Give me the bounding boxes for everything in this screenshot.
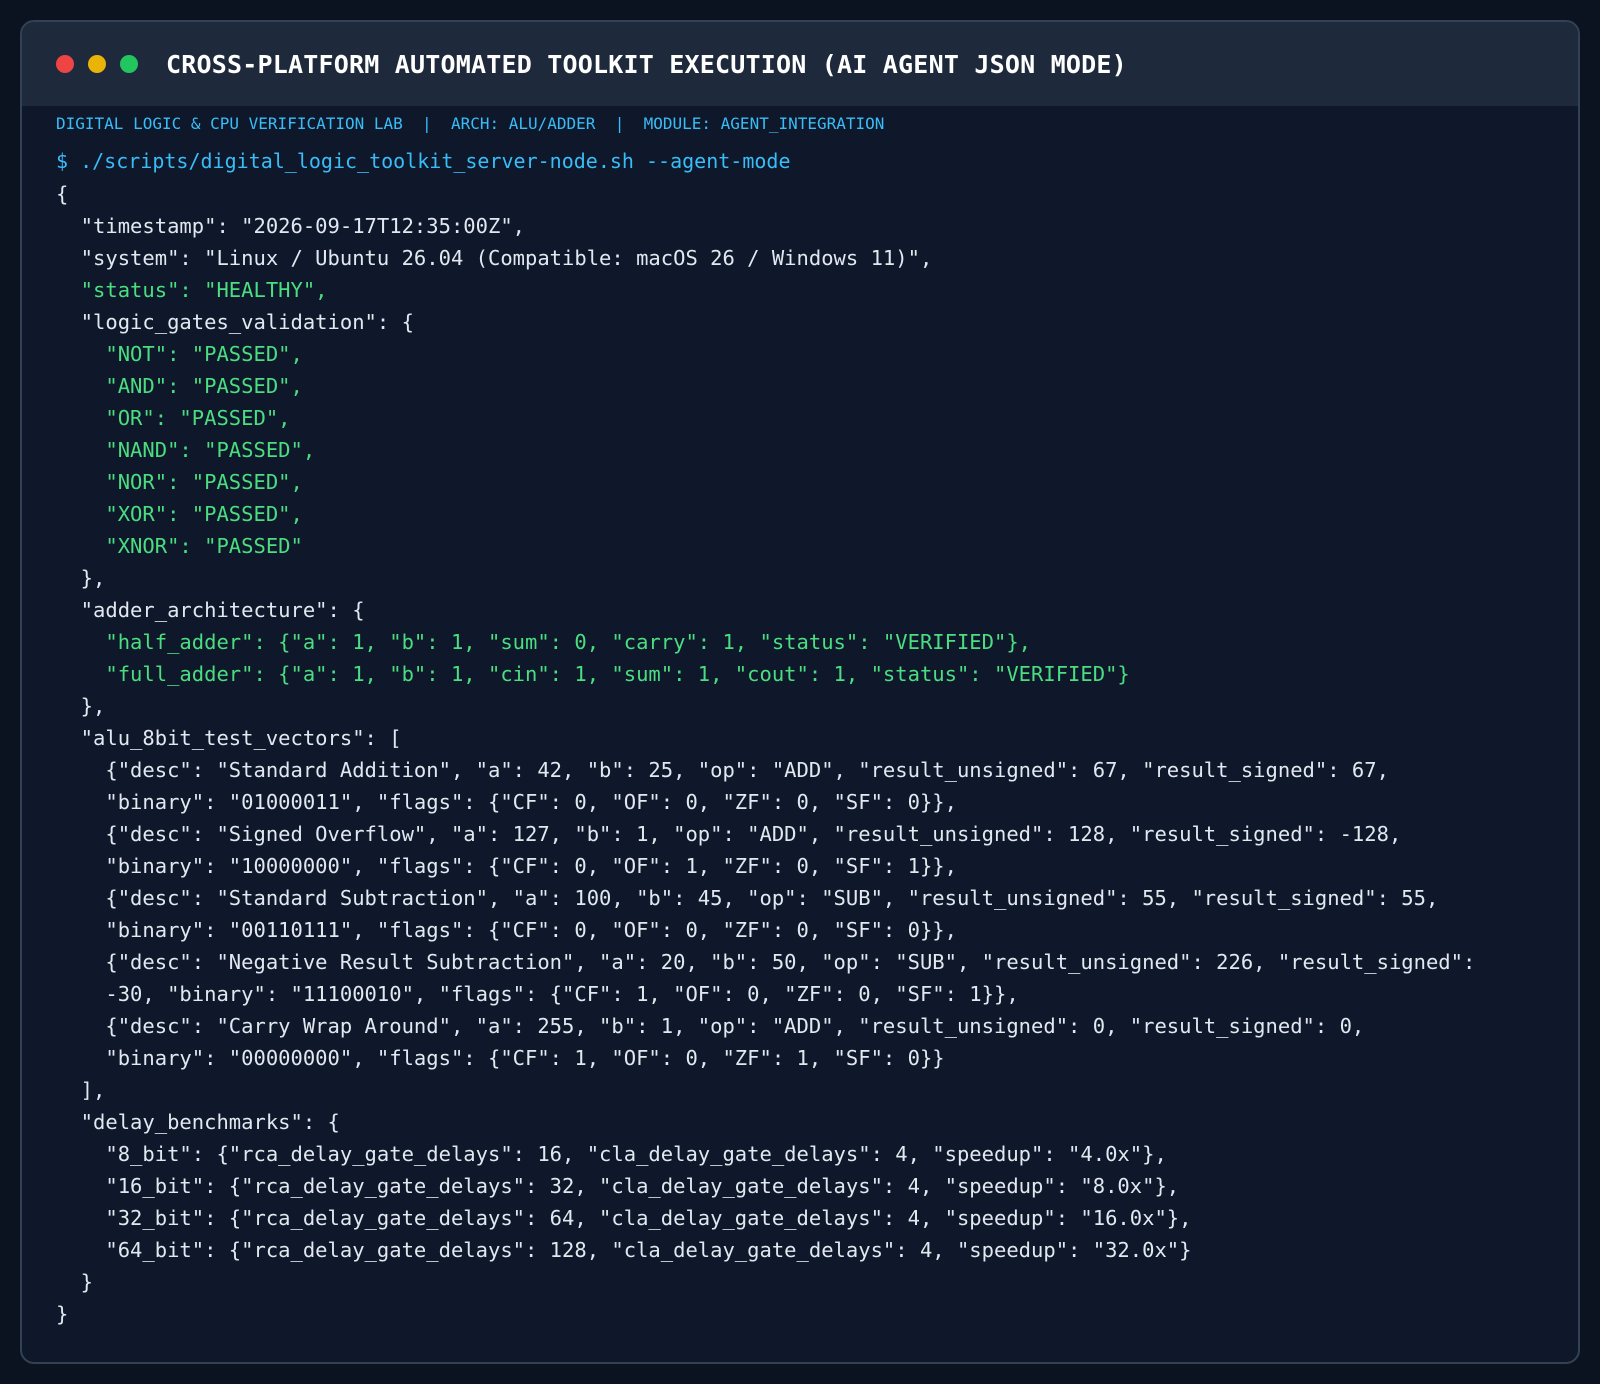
window-title: CROSS-PLATFORM AUTOMATED TOOLKIT EXECUTI… xyxy=(166,49,1127,79)
output-line: "XNOR": "PASSED" xyxy=(56,534,303,558)
output-line: {"desc": "Negative Result Subtraction", … xyxy=(56,950,1476,974)
output-line: "half_adder": {"a": 1, "b": 1, "sum": 0,… xyxy=(56,630,1032,654)
output-line: "8_bit": {"rca_delay_gate_delays": 16, "… xyxy=(56,1142,1167,1166)
output-line: -30, "binary": "11100010", "flags": {"CF… xyxy=(56,982,1019,1006)
output-line: }, xyxy=(56,694,106,718)
json-output: { "timestamp": "2026-09-17T12:35:00Z", "… xyxy=(56,178,1475,1330)
output-line: {"desc": "Standard Addition", "a": 42, "… xyxy=(56,758,1389,782)
output-line: } xyxy=(56,1270,94,1294)
output-line: "binary": "00000000", "flags": {"CF": 1,… xyxy=(56,1046,945,1070)
output-line: { xyxy=(56,182,69,206)
output-line: {"desc": "Signed Overflow", "a": 127, "b… xyxy=(56,822,1402,846)
output-line: {"desc": "Standard Subtraction", "a": 10… xyxy=(56,886,1439,910)
output-line: "alu_8bit_test_vectors": [ xyxy=(56,726,402,750)
output-line: "16_bit": {"rca_delay_gate_delays": 32, … xyxy=(56,1174,1180,1198)
output-line: "binary": "01000011", "flags": {"CF": 0,… xyxy=(56,790,957,814)
close-window-button[interactable] xyxy=(56,55,74,73)
output-line: "delay_benchmarks": { xyxy=(56,1110,340,1134)
title-bar: CROSS-PLATFORM AUTOMATED TOOLKIT EXECUTI… xyxy=(22,22,1578,106)
output-line: "system": "Linux / Ubuntu 26.04 (Compati… xyxy=(56,246,933,270)
terminal-window: CROSS-PLATFORM AUTOMATED TOOLKIT EXECUTI… xyxy=(20,20,1580,1364)
output-line: "binary": "10000000", "flags": {"CF": 0,… xyxy=(56,854,957,878)
output-line: "OR": "PASSED", xyxy=(56,406,291,430)
output-line: "NAND": "PASSED", xyxy=(56,438,316,462)
output-line: "64_bit": {"rca_delay_gate_delays": 128,… xyxy=(56,1238,1192,1262)
output-line: "logic_gates_validation": { xyxy=(56,310,414,334)
output-line: "binary": "00110111", "flags": {"CF": 0,… xyxy=(56,918,957,942)
output-line: "32_bit": {"rca_delay_gate_delays": 64, … xyxy=(56,1206,1192,1230)
lab-info-bar: DIGITAL LOGIC & CPU VERIFICATION LAB | A… xyxy=(56,114,885,133)
output-line: "timestamp": "2026-09-17T12:35:00Z", xyxy=(56,214,525,238)
output-line: "NOT": "PASSED", xyxy=(56,342,303,366)
output-line: "AND": "PASSED", xyxy=(56,374,303,398)
output-line: "adder_architecture": { xyxy=(56,598,365,622)
output-line: "status": "HEALTHY", xyxy=(56,278,328,302)
output-line: "full_adder": {"a": 1, "b": 1, "cin": 1,… xyxy=(56,662,1130,686)
output-line: "NOR": "PASSED", xyxy=(56,470,303,494)
output-line: "XOR": "PASSED", xyxy=(56,502,303,526)
output-line: {"desc": "Carry Wrap Around", "a": 255, … xyxy=(56,1014,1365,1038)
command-line: $ ./scripts/digital_logic_toolkit_server… xyxy=(56,149,791,173)
output-line: }, xyxy=(56,566,106,590)
minimize-window-button[interactable] xyxy=(88,55,106,73)
output-line: } xyxy=(56,1302,69,1326)
output-line: ], xyxy=(56,1078,106,1102)
maximize-window-button[interactable] xyxy=(120,55,138,73)
